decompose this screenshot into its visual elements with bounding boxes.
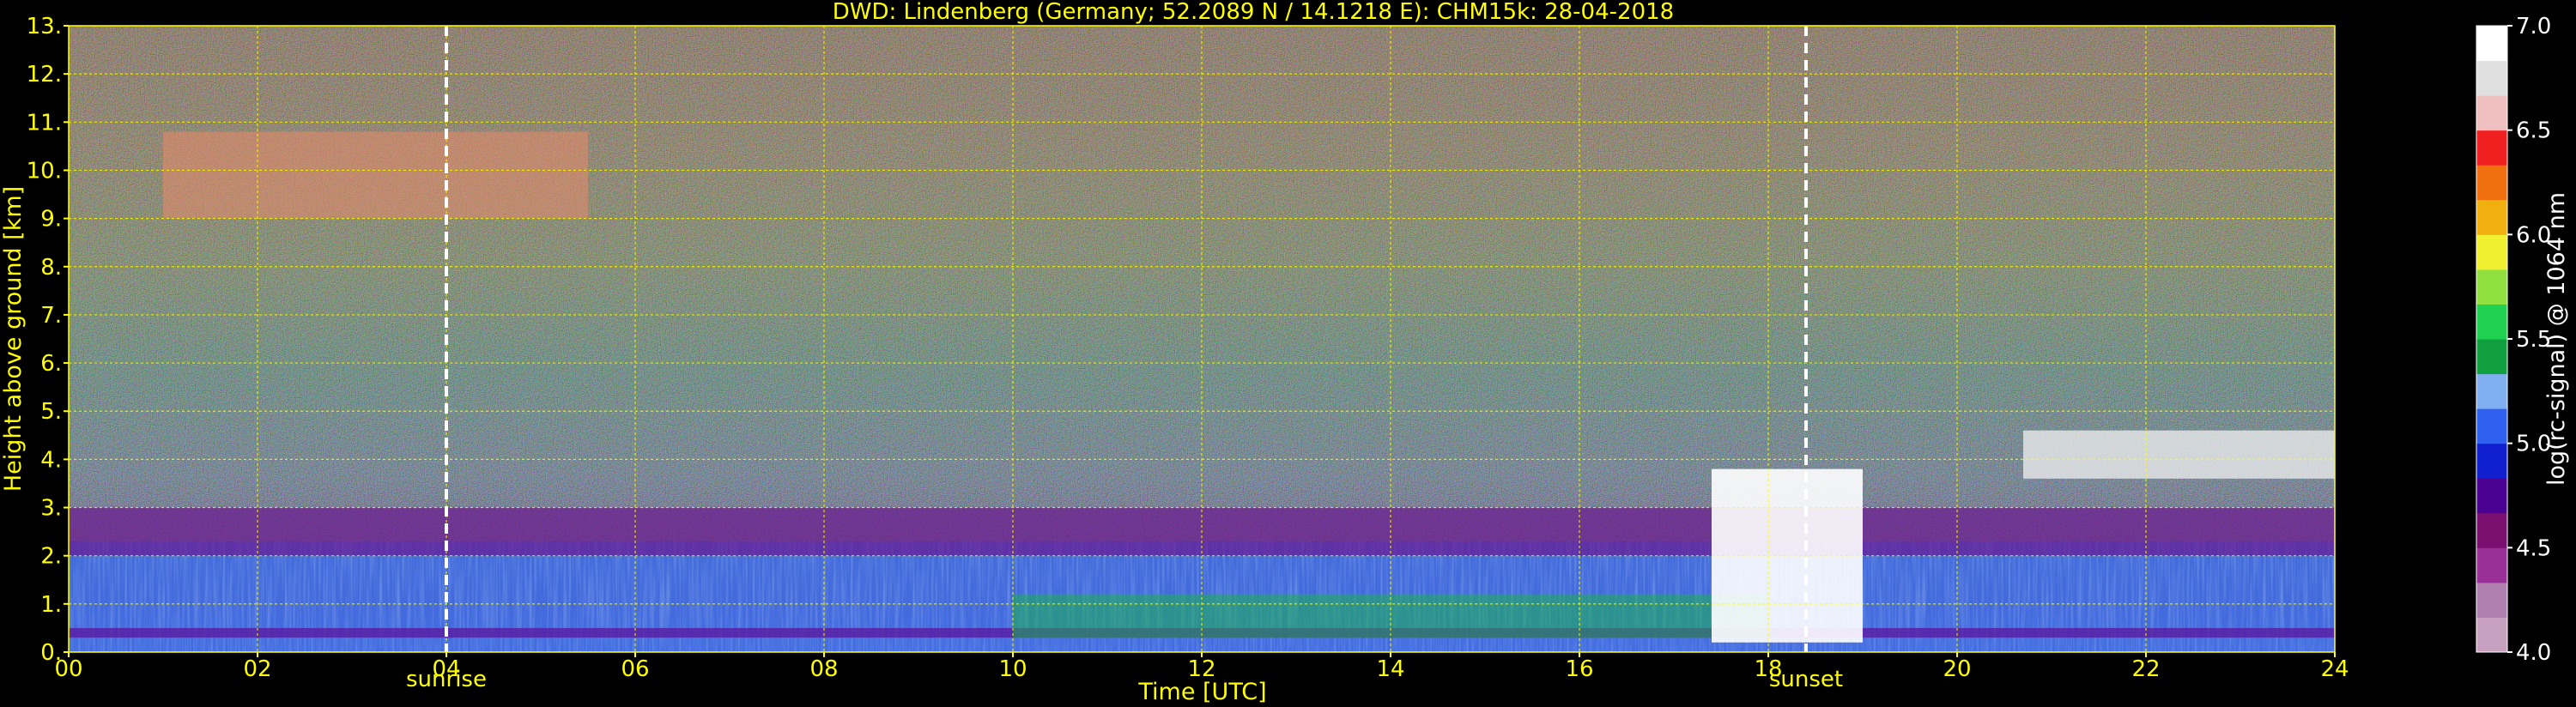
colorbar-tick-label: 6.5 [2516,118,2551,144]
chart-title: DWD: Lindenberg (Germany; 52.2089 N / 14… [833,0,1674,25]
y-tick-label: 3. [40,496,62,522]
colorbar-tick-label: 5.0 [2516,432,2551,457]
colorbar-segment [2476,269,2507,305]
y-tick-label: 12. [27,62,62,88]
y-tick-label: 6. [40,351,62,377]
y-tick-label: 7. [40,303,62,329]
x-tick-label: 24 [2320,656,2349,682]
colorbar-segment [2476,408,2507,444]
y-tick-label: 4. [40,447,62,473]
colorbar-segment [2476,199,2507,235]
y-tick-label: 2. [40,544,62,570]
colorbar-segment [2476,304,2507,340]
x-tick-label: 16 [1565,656,1593,682]
layer-cirrus [163,131,588,219]
colorbar-segment [2476,26,2507,62]
colorbar-tick-label: 7.0 [2516,14,2551,39]
colorbar-segment [2476,617,2507,653]
y-tick-label: 1. [40,592,62,618]
x-tick-label: 02 [243,656,271,682]
event-label-sunrise: sunrise [406,667,487,692]
event-label-sunset: sunset [1769,667,1843,692]
colorbar-segment [2476,339,2507,375]
x-tick-label: 14 [1376,656,1404,682]
x-axis-label: Time [UTC] [1137,679,1266,705]
y-tick-label: 0. [40,640,62,666]
y-tick-label: 5. [40,399,62,425]
colorbar-tick-label: 4.0 [2516,640,2551,666]
y-tick-label: 9. [40,207,62,233]
chart: 00 02 04 06 08 10 12 14 16 18 20 22 240.1.2.3.4.5.6.… [0,0,2570,705]
y-tick-label: 11. [27,110,62,136]
daytime-mixing-layer [1013,594,1768,638]
y-tick-label: 13. [27,14,62,39]
colorbar-tick-label: 5.5 [2516,327,2551,353]
x-tick-label: 06 [621,656,649,682]
colorbar-segment [2476,234,2507,270]
x-tick-label: 20 [1943,656,1971,682]
y-tick-label: 8. [40,255,62,281]
x-tick-label: 10 [998,656,1027,682]
x-tick-label: 22 [2131,656,2160,682]
y-tick-label: 10. [27,158,62,184]
colorbar-segment [2476,582,2507,618]
colorbar-segment [2476,165,2507,201]
colorbar-segment [2476,130,2507,166]
colorbar: 4.0 4.5 5.0 5.5 6.0 6.5 7.0 [2476,14,2551,666]
y-axis-label: Height above ground [km] [0,186,27,492]
colorbar-segment [2476,95,2507,131]
layer-mid-cloud [2023,430,2335,479]
colorbar-tick-label: 4.5 [2516,535,2551,561]
x-tick-label: 08 [809,656,838,682]
colorbar-tick-label: 6.0 [2516,222,2551,248]
plot-area [69,26,2335,652]
colorbar-segment [2476,547,2507,583]
colorbar-segment [2476,373,2507,409]
colorbar-segment [2476,478,2507,514]
colorbar-segment [2476,60,2507,96]
colorbar-segment [2476,512,2507,548]
colorbar-segment [2476,443,2507,479]
